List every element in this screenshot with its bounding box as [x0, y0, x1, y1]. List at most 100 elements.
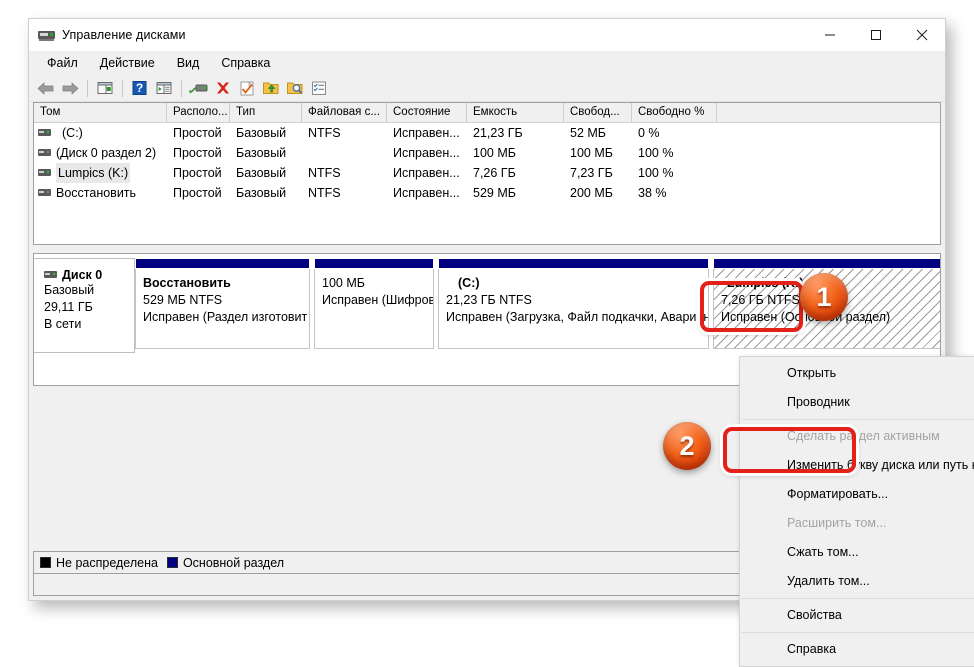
partition-color-bar [438, 258, 709, 269]
legend-swatch-primary [167, 557, 178, 568]
table-row[interactable]: (Диск 0 раздел 2) Простой Базовый Исправ… [34, 143, 940, 163]
context-menu-item-format[interactable]: Форматировать... [740, 480, 974, 509]
column-header-layout[interactable]: Располо... [167, 103, 230, 122]
column-header-filesystem[interactable]: Файловая с... [302, 103, 387, 122]
volume-filesystem-cell: NTFS [302, 163, 387, 183]
column-header-volume[interactable]: Том [34, 103, 167, 122]
back-arrow-icon[interactable] [35, 77, 57, 99]
volume-name-cell[interactable]: (C:) [34, 123, 167, 143]
minimize-button[interactable] [807, 19, 853, 51]
context-menu-separator [742, 598, 974, 599]
volume-type-cell: Базовый [230, 143, 302, 163]
show-action-pane-icon[interactable] [153, 77, 175, 99]
context-menu-item-shrink-volume[interactable]: Сжать том... [740, 538, 974, 567]
context-menu-item-help[interactable]: Справка [740, 635, 974, 664]
partition-color-bar [135, 258, 310, 269]
menu-help[interactable]: Справка [210, 53, 281, 73]
partition-body: (C:) 21,23 ГБ NTFS Исправен (Загрузка, Ф… [438, 269, 709, 349]
maximize-button[interactable] [853, 19, 899, 51]
column-header-type[interactable]: Тип [230, 103, 302, 122]
volume-free-cell: 100 МБ [564, 143, 632, 163]
disk-status-text: В сети [44, 316, 134, 333]
window-controls [807, 19, 945, 51]
disk-info-box[interactable]: Диск 0 Базовый 29,11 ГБ В сети [34, 258, 135, 353]
show-hide-console-tree-icon[interactable] [94, 77, 116, 99]
step-badge-2: 2 [663, 422, 711, 470]
partition-status: Исправен (Загрузка, Файл подкачки, Авари… [446, 309, 704, 326]
column-header-capacity[interactable]: Емкость [467, 103, 564, 122]
help-icon[interactable]: ? [129, 77, 151, 99]
context-menu-item-properties[interactable]: Свойства [740, 601, 974, 630]
volume-status-cell: Исправен... [387, 123, 467, 143]
volume-name-cell[interactable]: Lumpics (K:) [34, 163, 167, 183]
volume-name-cell[interactable]: (Диск 0 раздел 2) [34, 143, 167, 163]
properties-icon[interactable] [308, 77, 330, 99]
volume-icon [38, 169, 51, 177]
volume-type-cell: Базовый [230, 123, 302, 143]
volume-layout-cell: Простой [167, 123, 230, 143]
column-header-free[interactable]: Свобод... [564, 103, 632, 122]
partition-size: 100 МБ [322, 275, 429, 292]
disk-size-text: 29,11 ГБ [44, 299, 134, 316]
svg-text:?: ? [136, 81, 143, 95]
partition-c[interactable]: (C:) 21,23 ГБ NTFS Исправен (Загрузка, Ф… [438, 258, 709, 349]
volume-name-text: Lumpics (K:) [56, 163, 130, 183]
connect-drive-icon[interactable] [188, 77, 210, 99]
table-row[interactable]: Lumpics (K:) Простой Базовый NTFS Исправ… [34, 163, 940, 183]
disk-icon [44, 271, 57, 279]
context-menu[interactable]: Открыть Проводник Сделать раздел активны… [739, 356, 974, 667]
column-header-filler [717, 103, 940, 122]
menu-view[interactable]: Вид [166, 53, 211, 73]
check-icon[interactable] [236, 77, 258, 99]
menu-action[interactable]: Действие [89, 53, 166, 73]
partition-status: Исправен (Шифров [322, 292, 429, 309]
close-button[interactable] [899, 19, 945, 51]
disk-type-text: Базовый [44, 282, 134, 299]
disk-title-row: Диск 0 [44, 268, 134, 282]
volume-icon [38, 189, 51, 197]
menu-file[interactable]: Файл [36, 53, 89, 73]
volume-type-cell: Базовый [230, 163, 302, 183]
volume-name-text: (C:) [56, 123, 83, 143]
volume-free-percent-cell: 0 % [632, 123, 717, 143]
volumes-list-pane[interactable]: Том Располо... Тип Файловая с... Состоян… [33, 102, 941, 245]
volume-status-cell: Исправен... [387, 143, 467, 163]
column-header-status[interactable]: Состояние [387, 103, 467, 122]
legend-item-primary: Основной раздел [167, 556, 284, 570]
separator-2 [122, 80, 123, 97]
partition-color-bar [314, 258, 434, 269]
volume-free-percent-cell: 100 % [632, 143, 717, 163]
column-header-free-percent[interactable]: Свободно % [632, 103, 717, 122]
partition-efi[interactable]: 100 МБ Исправен (Шифров [314, 258, 434, 349]
step-badge-2-label: 2 [679, 433, 694, 460]
disk-title-text: Диск 0 [62, 268, 102, 282]
partition-recovery[interactable]: Восстановить 529 МБ NTFS Исправен (Разде… [135, 258, 310, 349]
folder-search-icon[interactable] [284, 77, 306, 99]
volume-layout-cell: Простой [167, 163, 230, 183]
table-row[interactable]: Восстановить Простой Базовый NTFS Исправ… [34, 183, 940, 203]
context-menu-item-mark-partition-active: Сделать раздел активным [740, 422, 974, 451]
volume-free-cell: 52 МБ [564, 123, 632, 143]
volume-capacity-cell: 21,23 ГБ [467, 123, 564, 143]
legend-label-unallocated: Не распределена [56, 556, 158, 570]
legend-label-primary: Основной раздел [183, 556, 284, 570]
folder-up-icon[interactable] [260, 77, 282, 99]
volume-capacity-cell: 7,26 ГБ [467, 163, 564, 183]
volume-free-percent-cell: 38 % [632, 183, 717, 203]
context-menu-item-explorer[interactable]: Проводник [740, 388, 974, 417]
volume-name-cell[interactable]: Восстановить [34, 183, 167, 203]
context-menu-item-delete-volume[interactable]: Удалить том... [740, 567, 974, 596]
table-row[interactable]: (C:) Простой Базовый NTFS Исправен... 21… [34, 123, 940, 143]
partition-name: (C:) [446, 275, 704, 292]
context-menu-item-change-drive-letter[interactable]: Изменить букву диска или путь к дис [740, 451, 974, 480]
delete-icon[interactable] [212, 77, 234, 99]
context-menu-separator [742, 632, 974, 633]
forward-arrow-icon[interactable] [59, 77, 81, 99]
volume-capacity-cell: 100 МБ [467, 143, 564, 163]
volume-icon [38, 129, 51, 137]
title-bar: Управление дисками [29, 19, 945, 51]
volume-free-cell: 200 МБ [564, 183, 632, 203]
volumes-table-header: Том Располо... Тип Файловая с... Состоян… [34, 103, 940, 123]
volume-icon [38, 149, 51, 157]
context-menu-item-open[interactable]: Открыть [740, 359, 974, 388]
